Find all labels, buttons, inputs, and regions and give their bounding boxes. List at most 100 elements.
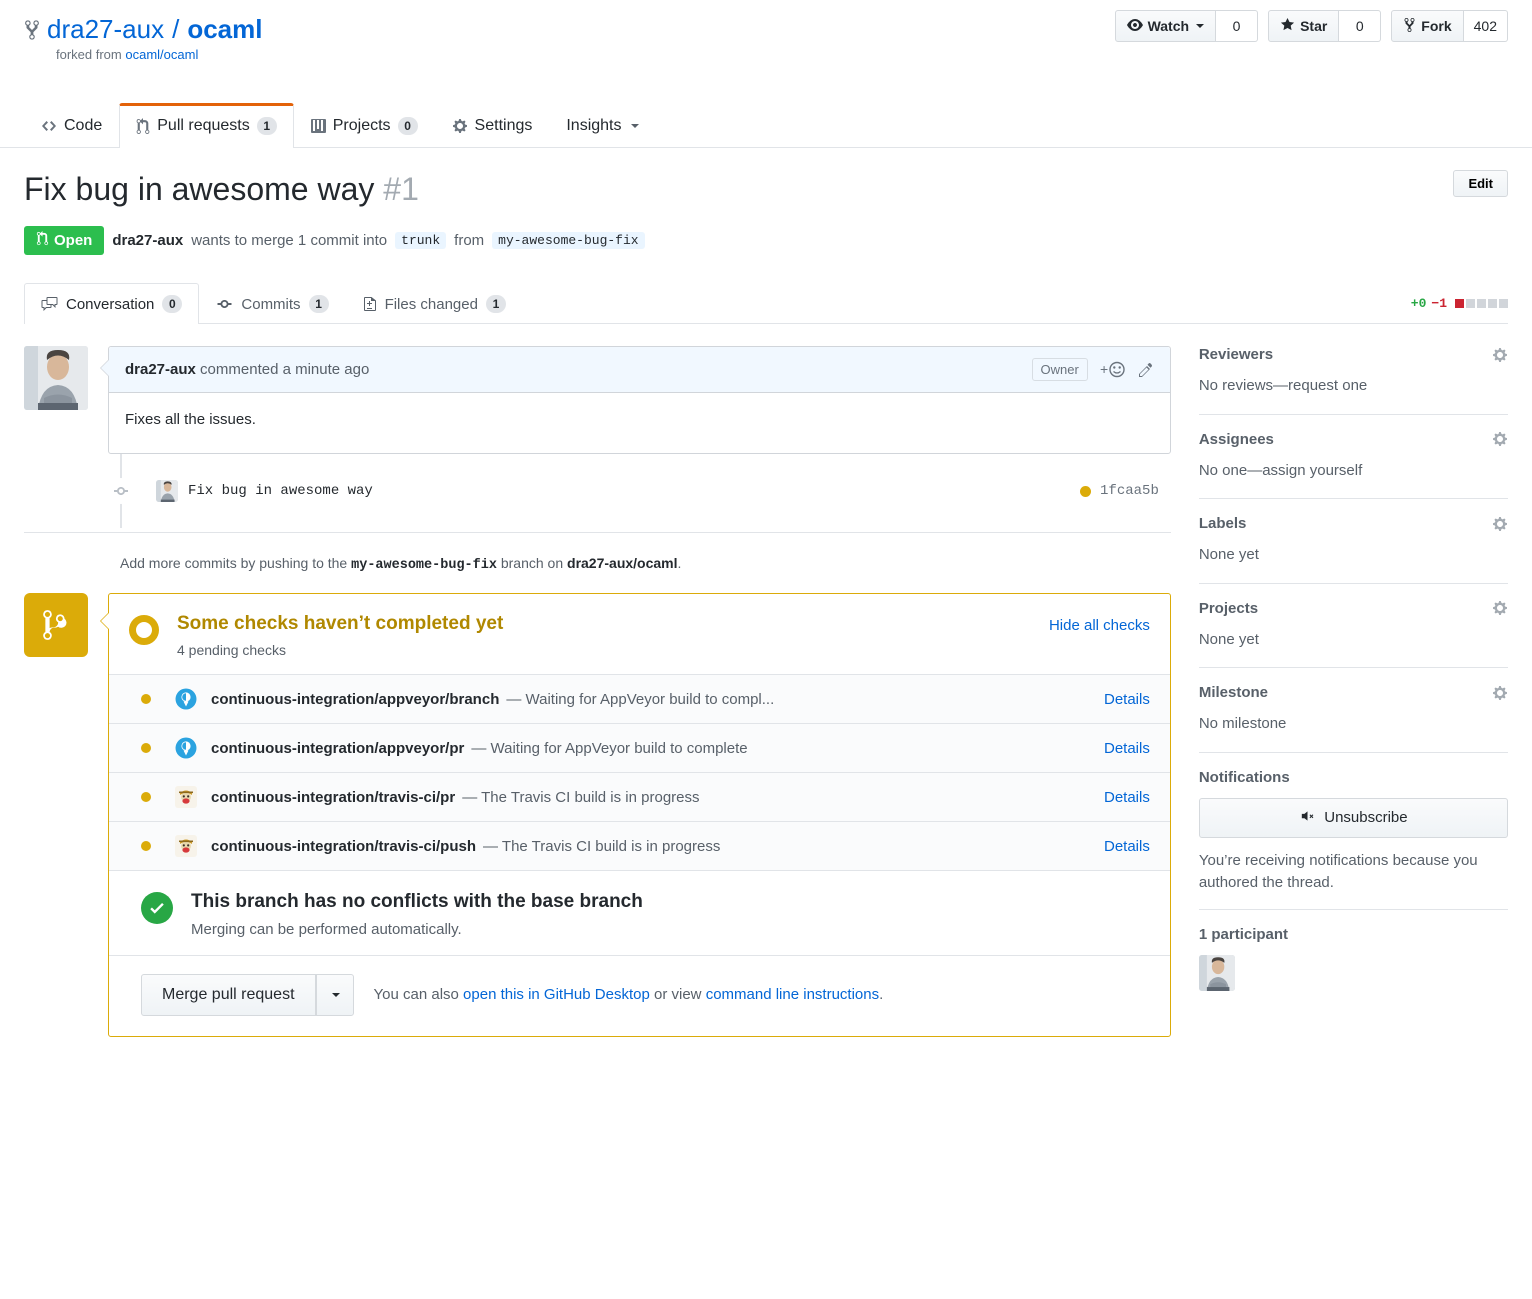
nav-tab-code[interactable]: Code — [24, 103, 119, 148]
comment-body: Fixes all the issues. — [125, 411, 256, 429]
fork-count[interactable]: 402 — [1463, 10, 1508, 42]
add-commits-suffix: . — [677, 555, 682, 572]
sidebar-notifications-header: Notifications — [1199, 769, 1508, 786]
code-icon — [41, 118, 57, 134]
commit-author-avatar[interactable] — [156, 480, 178, 503]
repo-owner-link[interactable]: dra27-aux — [47, 14, 164, 45]
merge-button-group: Merge pull request — [141, 973, 354, 1016]
sidebar-labels-title: Labels — [1198, 515, 1247, 533]
pr-meta-text-2: from — [454, 232, 485, 250]
unsubscribe-label: Unsubscribe — [1324, 809, 1408, 827]
check-details-link[interactable]: Details — [1104, 789, 1150, 806]
add-commits-middle: branch on — [500, 555, 564, 572]
check-context[interactable]: continuous-integration/appveyor/pr — [211, 740, 464, 757]
tab-files-changed[interactable]: Files changed 1 — [346, 283, 523, 324]
repo-name-link[interactable]: ocaml — [187, 14, 262, 45]
diffstat-block — [1499, 299, 1508, 309]
check-details-link[interactable]: Details — [1104, 740, 1150, 757]
avatar[interactable] — [24, 346, 88, 411]
pr-meta: Open dra27-aux wants to merge 1 commit i… — [24, 226, 1508, 256]
edit-button[interactable]: Edit — [1453, 170, 1508, 197]
nav-tab-pull-requests-label: Pull requests — [157, 117, 250, 135]
comment-author[interactable]: dra27-aux — [125, 361, 196, 378]
diffstat-blocks — [1455, 299, 1508, 309]
pr-header: Fix bug in awesome way #1 Edit Open dra2… — [0, 148, 1532, 256]
tab-commits[interactable]: Commits 1 — [199, 283, 345, 324]
page-title: Fix bug in awesome way #1 — [24, 170, 1508, 208]
participant-avatar[interactable] — [1198, 955, 1235, 992]
discussion-column: dra27-aux commented a minute ago Owner + — [24, 346, 1171, 1037]
star-count[interactable]: 0 — [1339, 10, 1382, 42]
sidebar-assignees-empty: No one—assign yourself — [1198, 461, 1363, 479]
merge-pull-request-button[interactable]: Merge pull request — [141, 973, 316, 1016]
gear-icon[interactable] — [1492, 431, 1508, 447]
gear-icon[interactable] — [1492, 600, 1508, 616]
commit-status-pending-icon[interactable] — [1080, 485, 1092, 497]
head-branch-chip[interactable]: my-awesome-bug-fix — [492, 232, 645, 250]
check-context[interactable]: continuous-integration/appveyor/branch — [211, 691, 499, 708]
svg-text:+: + — [1100, 361, 1108, 377]
check-description-text: The Travis CI build is in progress — [481, 788, 700, 806]
sidebar-projects-header: Projects — [1199, 600, 1508, 617]
watch-button[interactable]: Watch — [1114, 10, 1217, 42]
unsubscribe-button[interactable]: Unsubscribe — [1198, 797, 1508, 838]
check-details-link[interactable]: Details — [1104, 691, 1150, 708]
command-line-instructions-link[interactable]: command line instructions — [706, 986, 879, 1003]
nav-tab-pull-requests-count: 1 — [256, 117, 277, 135]
hide-all-checks-link[interactable]: Hide all checks — [1049, 612, 1150, 634]
sidebar-section-notifications: Notifications Unsubscribe You’re receivi… — [1198, 769, 1508, 911]
pr-meta-text-1: wants to merge 1 commit into — [191, 232, 388, 250]
merge-status-badge-icon — [24, 593, 88, 658]
sidebar-section-milestone: Milestone No milestone — [1198, 684, 1508, 753]
star-button[interactable]: Star — [1268, 10, 1340, 42]
commit-message[interactable]: Fix bug in awesome way — [188, 483, 373, 499]
diffstat-additions: +0 — [1410, 296, 1427, 312]
sidebar-section-projects: Projects None yet — [1198, 600, 1508, 669]
base-branch-chip[interactable]: trunk — [395, 232, 447, 250]
sidebar-reviewers-empty: No reviews—request one — [1198, 377, 1368, 395]
tab-conversation[interactable]: Conversation 0 — [24, 283, 200, 325]
nav-tab-insights[interactable]: Insights — [549, 103, 655, 148]
merge-help-note: You can also open this in GitHub Desktop… — [374, 986, 884, 1003]
owner-badge[interactable]: Owner — [1031, 358, 1088, 382]
gear-icon[interactable] — [1492, 685, 1508, 701]
add-commits-branch: my-awesome-bug-fix — [351, 558, 497, 574]
check-context[interactable]: continuous-integration/travis-ci/pr — [211, 789, 455, 806]
checks-subtitle: 4 pending checks — [177, 642, 286, 659]
gear-icon[interactable] — [1492, 347, 1508, 363]
sidebar-reviewers-header: Reviewers — [1199, 346, 1508, 363]
checks-title: Some checks haven’t completed yet — [177, 613, 504, 635]
add-reaction-icon[interactable]: + — [1100, 361, 1126, 378]
main-layout: dra27-aux commented a minute ago Owner + — [0, 346, 1532, 1037]
check-description-text: The Travis CI build is in progress — [501, 837, 721, 855]
sidebar-section-participants: 1 participant — [1198, 926, 1508, 1007]
git-pull-request-icon — [136, 117, 150, 135]
pr-author[interactable]: dra27-aux — [112, 232, 183, 249]
merge-status-section: Some checks haven’t completed yet 4 pend… — [24, 593, 1171, 1037]
travis-ci-icon — [175, 835, 197, 858]
watch-count[interactable]: 0 — [1216, 10, 1259, 42]
check-status-pending-icon — [141, 841, 151, 852]
merge-options-dropdown-button[interactable] — [315, 973, 354, 1016]
commit-sha[interactable]: 1fcaa5b — [1100, 483, 1159, 499]
nav-tab-settings[interactable]: Settings — [435, 103, 550, 148]
forked-from-link[interactable]: ocaml/ocaml — [125, 47, 198, 62]
check-description-text: Waiting for AppVeyor build to compl... — [525, 690, 775, 708]
check-context[interactable]: continuous-integration/travis-ci/push — [211, 838, 476, 855]
check-details-link[interactable]: Details — [1104, 838, 1150, 855]
tab-files-changed-label: Files changed — [384, 295, 478, 313]
nav-tab-pull-requests[interactable]: Pull requests 1 — [119, 103, 294, 148]
gear-icon[interactable] — [1492, 516, 1508, 532]
diffstat-block — [1477, 299, 1486, 309]
watch-label: Watch — [1147, 18, 1190, 34]
nav-tab-projects[interactable]: Projects 0 — [294, 103, 435, 148]
tab-conversation-label: Conversation — [66, 295, 155, 313]
fork-button[interactable]: Fork — [1391, 10, 1464, 42]
github-desktop-link[interactable]: open this in GitHub Desktop — [463, 986, 650, 1003]
conflict-subtitle: Merging can be performed automatically. — [191, 920, 462, 938]
nav-tab-insights-label: Insights — [566, 117, 622, 135]
commit-status-group: 1fcaa5b — [1080, 483, 1171, 499]
merge-note-prefix: You can also — [373, 986, 459, 1004]
edit-pencil-icon[interactable] — [1138, 362, 1154, 378]
repo-breadcrumb: dra27-aux / ocaml — [24, 14, 262, 45]
